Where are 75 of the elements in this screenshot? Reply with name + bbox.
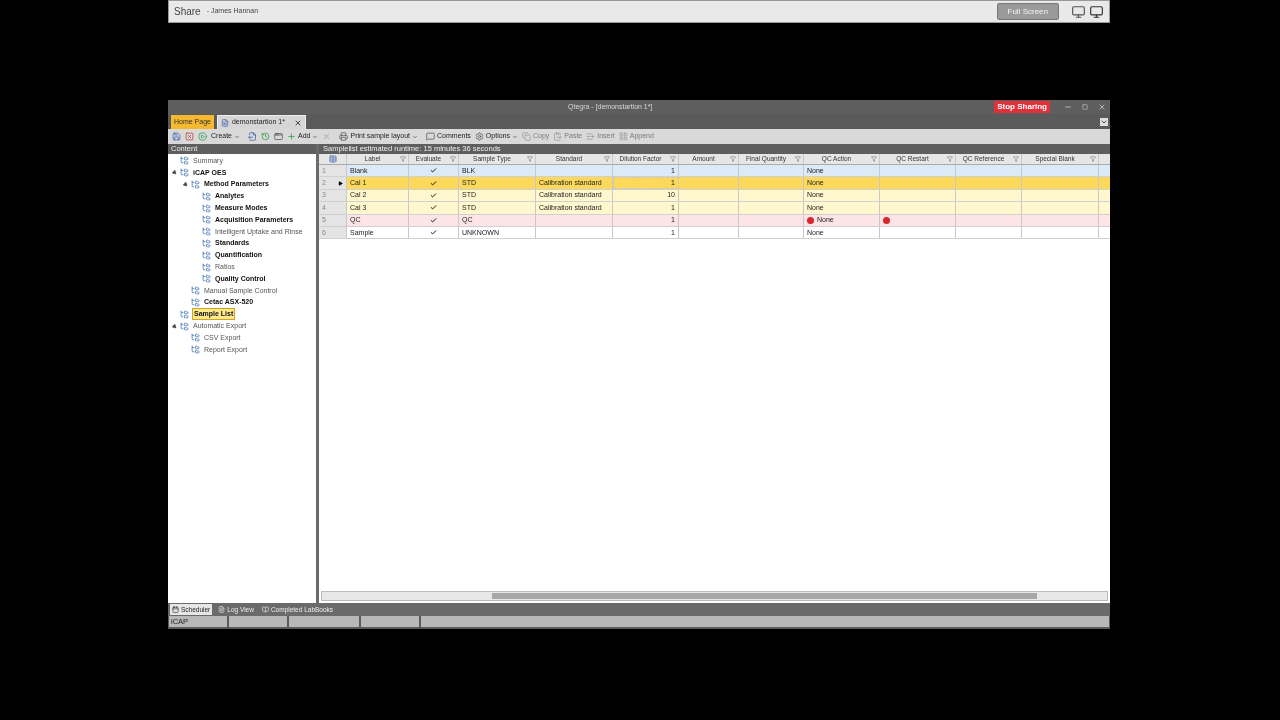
caret-icon [312, 133, 319, 140]
filter-icon[interactable] [400, 156, 406, 162]
check-icon[interactable] [430, 216, 437, 224]
node-icon [202, 238, 211, 248]
node-icon [202, 262, 211, 272]
minimize-icon[interactable] [1064, 103, 1072, 111]
node-icon [180, 156, 189, 166]
status-segment [289, 616, 359, 627]
node-icon [202, 215, 211, 225]
book-icon [261, 606, 269, 613]
filter-icon[interactable] [1090, 156, 1096, 162]
filter-icon[interactable] [947, 156, 953, 162]
check-icon[interactable] [430, 229, 437, 237]
filter-icon[interactable] [450, 156, 456, 162]
share-title: Share [174, 5, 201, 19]
discard-icon[interactable] [185, 132, 194, 141]
close-tab-icon[interactable] [293, 118, 302, 127]
check-icon[interactable] [430, 191, 437, 199]
filter-icon[interactable] [1013, 156, 1019, 162]
node-icon [180, 309, 189, 319]
layout-icon[interactable] [1089, 4, 1104, 19]
node-icon [202, 250, 211, 260]
node-icon [202, 191, 211, 201]
copy-icon [522, 132, 531, 141]
status-segment [229, 616, 287, 627]
document-icon [218, 606, 226, 613]
add-icon [287, 132, 296, 141]
filter-icon[interactable] [604, 156, 610, 162]
node-icon [191, 345, 200, 355]
check-icon[interactable] [430, 204, 437, 212]
node-icon [180, 168, 189, 178]
restore-icon[interactable] [1082, 104, 1088, 110]
stop-sharing-button[interactable]: Stop Sharing [994, 101, 1050, 113]
status-segment [361, 616, 419, 627]
window-icon[interactable] [274, 132, 283, 141]
close-icon[interactable] [1098, 103, 1106, 111]
run-icon[interactable] [198, 132, 207, 141]
export-icon[interactable] [248, 132, 257, 141]
caret-icon [234, 133, 240, 140]
filter-icon[interactable] [730, 156, 736, 162]
paste-icon [553, 132, 563, 141]
append-icon [618, 132, 628, 141]
node-icon [191, 286, 200, 296]
filter-icon[interactable] [795, 156, 801, 162]
check-icon[interactable] [430, 167, 437, 175]
calendar-icon [172, 606, 179, 613]
save-icon[interactable] [172, 132, 181, 141]
node-icon [191, 297, 200, 307]
node-icon [202, 274, 211, 284]
current-row-icon [338, 180, 343, 186]
layout-icon[interactable] [1071, 4, 1086, 19]
horizontal-scrollbar[interactable] [321, 591, 1108, 601]
tab-menu-icon[interactable] [1100, 118, 1108, 126]
filter-icon[interactable] [871, 156, 877, 162]
history-icon[interactable] [261, 132, 270, 141]
filter-icon[interactable] [527, 156, 533, 162]
expanded-icon[interactable] [170, 322, 179, 330]
node-icon [202, 227, 211, 237]
comment-icon [426, 132, 435, 141]
expanded-icon[interactable] [181, 180, 190, 188]
caret-icon [412, 133, 418, 140]
node-icon [191, 333, 200, 343]
expanded-icon[interactable] [170, 169, 179, 177]
insert-icon [586, 132, 596, 141]
print-icon [339, 132, 349, 141]
scrollbar-thumb[interactable] [492, 593, 1037, 599]
document-icon [220, 118, 229, 127]
node-icon [180, 321, 189, 331]
check-icon[interactable] [430, 179, 437, 187]
node-icon [191, 180, 200, 189]
filter-icon[interactable] [670, 156, 676, 162]
grid-menu-icon[interactable] [328, 155, 337, 163]
caret-icon [512, 133, 518, 140]
node-icon [202, 203, 211, 213]
options-icon [474, 132, 484, 141]
